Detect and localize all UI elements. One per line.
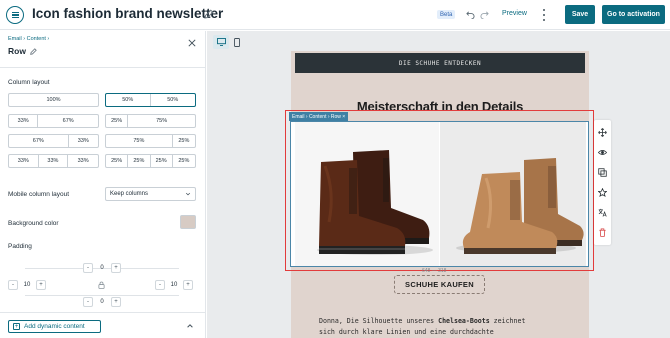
layout-cell: 25%: [106, 115, 129, 127]
padding-bottom-stepper[interactable]: - 0 +: [83, 296, 121, 308]
chevron-up-icon[interactable]: [186, 322, 194, 330]
layout-cell: 33%: [77, 158, 89, 164]
increment-button[interactable]: +: [111, 297, 121, 307]
body-text-1c: zeichnet: [489, 317, 526, 325]
redo-icon[interactable]: [480, 10, 489, 19]
layout-cell: 33%: [9, 115, 39, 127]
padding-top-stepper[interactable]: - 0 +: [83, 262, 121, 274]
mobile-view-icon[interactable]: [229, 35, 245, 49]
mobile-layout-select[interactable]: Keep columns: [105, 187, 196, 201]
select-value: Keep columns: [110, 191, 149, 197]
move-icon[interactable]: [598, 128, 607, 137]
close-icon[interactable]: [188, 39, 196, 47]
row-toolbar: [594, 120, 611, 245]
layout-cell: 67%: [62, 118, 74, 124]
decrement-button[interactable]: -: [155, 280, 165, 290]
breadcrumb[interactable]: Email › Content ›: [8, 36, 49, 42]
body-text-1a: Donna, Die Silhouette unseres: [319, 317, 439, 325]
background-color-swatch[interactable]: [180, 215, 196, 229]
mobile-layout-label: Mobile column layout: [8, 191, 70, 198]
brown-chelsea-boots-image[interactable]: [295, 122, 439, 266]
layout-option-75-25[interactable]: 75% 25%: [105, 134, 196, 148]
layout-option-67-33[interactable]: 67% 33%: [8, 134, 99, 148]
pencil-icon[interactable]: [204, 9, 214, 19]
layout-cell: 50%: [106, 94, 151, 106]
divider: [0, 312, 205, 313]
decrement-button[interactable]: -: [83, 263, 93, 273]
layout-cell: 33%: [9, 155, 39, 167]
top-bar: Icon fashion brand newsletter Beta Previ…: [0, 0, 670, 30]
add-dynamic-content-button[interactable]: + Add dynamic content: [8, 320, 101, 333]
background-color-label: Background color: [8, 220, 59, 227]
star-icon[interactable]: [598, 188, 607, 197]
padding-label: Padding: [8, 243, 32, 250]
visibility-icon[interactable]: [598, 148, 607, 157]
more-options-icon[interactable]: [542, 9, 546, 21]
layout-cell: 33%: [77, 138, 89, 144]
email-canvas: DIE SCHUHE ENTDECKEN Meisterschaft in de…: [207, 31, 670, 338]
layout-cell: 75%: [156, 118, 168, 124]
beta-badge: Beta: [437, 10, 456, 19]
layout-cell: 33%: [39, 155, 69, 167]
panel-title: Row: [8, 46, 26, 56]
decrement-button[interactable]: -: [8, 280, 18, 290]
decrement-button[interactable]: -: [83, 297, 93, 307]
layout-cell: 75%: [106, 135, 173, 147]
layout-cell: 25%: [178, 138, 190, 144]
body-text-2: sich durch klare Linien und eine durchda…: [319, 328, 494, 336]
increment-button[interactable]: +: [111, 263, 121, 273]
row-breadcrumb-tag[interactable]: Email › Content › Row ×: [289, 112, 349, 121]
undo-icon[interactable]: [466, 10, 475, 19]
menu-icon[interactable]: [6, 6, 24, 24]
stepper-value[interactable]: 10: [165, 282, 183, 288]
layout-cell: 25%: [106, 155, 129, 167]
chevron-down-icon: [185, 192, 191, 196]
row-settings-panel: Email › Content › Row Column layout 100%…: [0, 31, 206, 338]
add-dynamic-content-label: Add dynamic content: [24, 323, 85, 330]
column-layout-label: Column layout: [8, 79, 50, 86]
translate-icon[interactable]: [598, 208, 607, 217]
stepper-value[interactable]: 0: [93, 299, 111, 305]
tan-chelsea-boots-image[interactable]: [440, 122, 586, 266]
increment-button[interactable]: +: [183, 280, 193, 290]
pencil-icon[interactable]: [30, 48, 37, 55]
layout-option-100[interactable]: 100%: [8, 93, 99, 107]
desktop-view-icon[interactable]: [213, 35, 229, 49]
duplicate-icon[interactable]: [598, 168, 607, 177]
layout-option-33-67[interactable]: 33% 67%: [8, 114, 99, 128]
layout-cell: 50%: [167, 97, 179, 103]
layout-option-33-33-33[interactable]: 33% 33% 33%: [8, 154, 99, 168]
body-text-bold: Chelsea-Boots: [438, 317, 490, 325]
discover-shoes-button[interactable]: DIE SCHUHE ENTDECKEN: [295, 53, 585, 73]
layout-option-50-50[interactable]: 50% 50%: [105, 93, 196, 107]
plus-icon: +: [13, 323, 20, 330]
row-dimensions: 648 — 318: [422, 268, 447, 274]
layout-cell: 25%: [128, 155, 151, 167]
layout-cell: 25%: [151, 155, 173, 167]
device-switcher: [213, 35, 253, 49]
layout-option-25x4[interactable]: 25% 25% 25% 25%: [105, 154, 196, 168]
shop-shoes-button[interactable]: SCHUHE KAUFEN: [394, 275, 485, 294]
increment-button[interactable]: +: [36, 280, 46, 290]
layout-cell: 67%: [9, 135, 69, 147]
body-paragraph[interactable]: Donna, Die Silhouette unseres Chelsea-Bo…: [319, 316, 569, 338]
page-title: Icon fashion brand newsletter: [32, 6, 224, 21]
trash-icon[interactable]: [598, 228, 607, 237]
stepper-value[interactable]: 0: [93, 265, 111, 271]
preview-link[interactable]: Preview: [502, 10, 527, 17]
stepper-value[interactable]: 10: [18, 282, 36, 288]
save-button[interactable]: Save: [565, 5, 595, 24]
padding-left-stepper[interactable]: - 10 +: [8, 279, 46, 291]
layout-cell: 100%: [46, 97, 61, 103]
divider: [0, 67, 205, 68]
layout-cell: 25%: [178, 158, 190, 164]
activation-button[interactable]: Go to activation: [602, 5, 665, 24]
lock-icon[interactable]: [98, 281, 105, 289]
padding-right-stepper[interactable]: - 10 +: [155, 279, 193, 291]
layout-option-25-75[interactable]: 25% 75%: [105, 114, 196, 128]
